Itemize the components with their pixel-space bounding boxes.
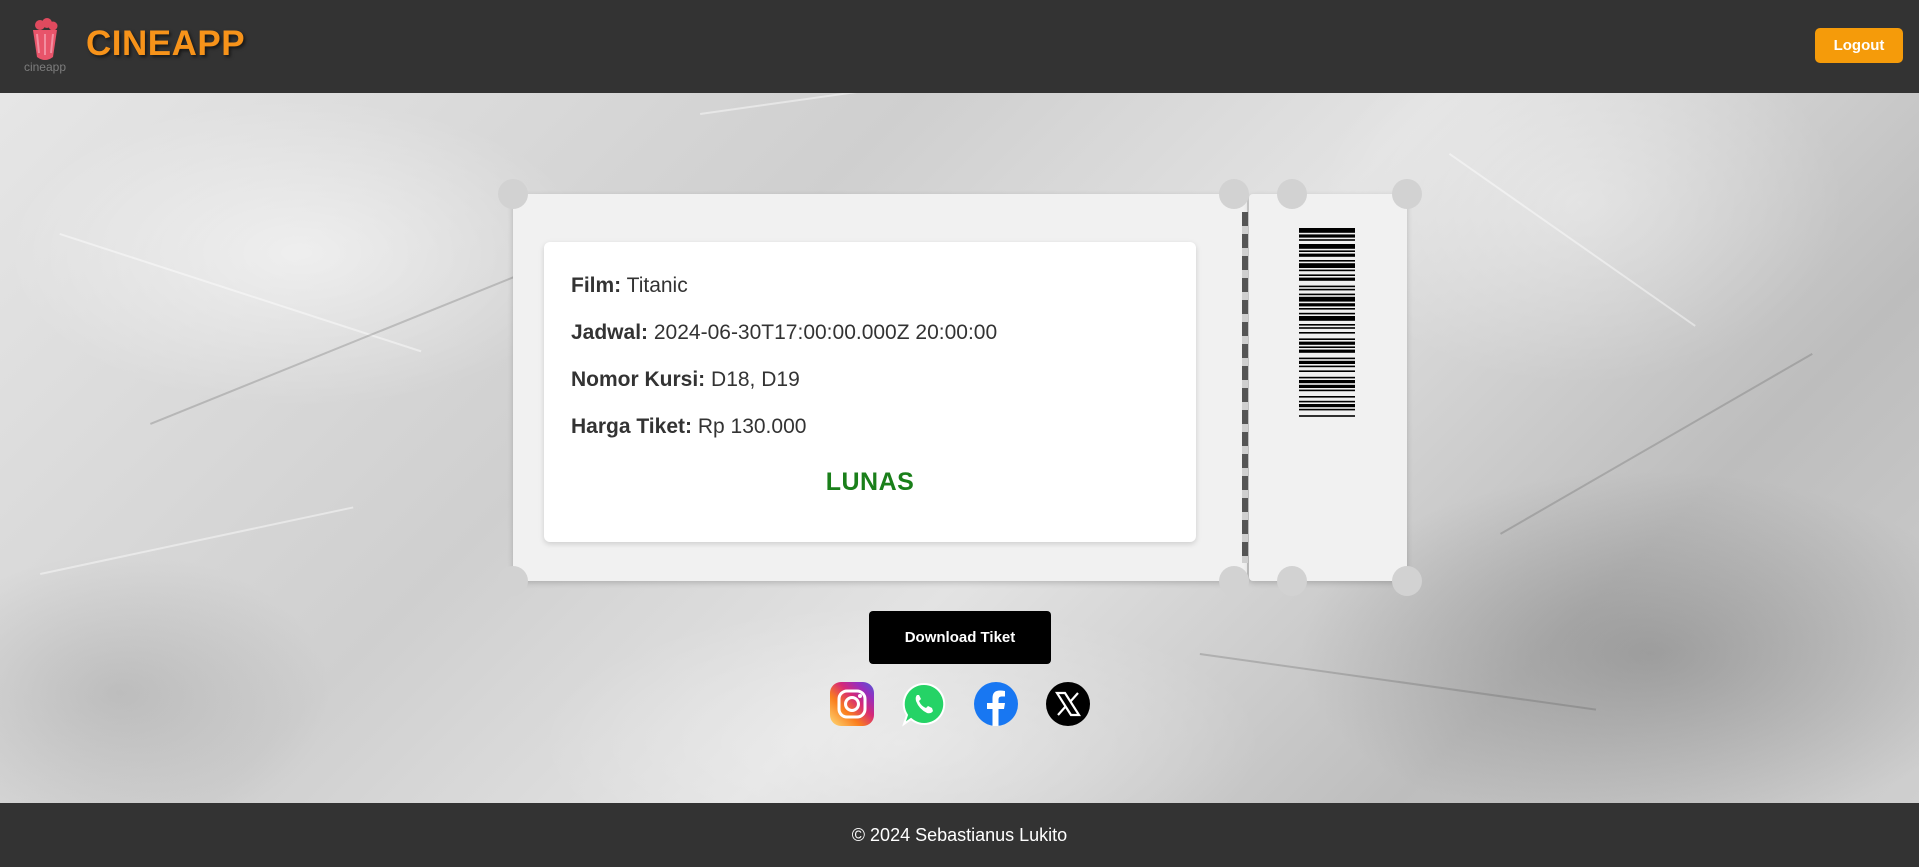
barcode-bar (1299, 370, 1355, 372)
instagram-link[interactable] (829, 681, 875, 727)
ticket-notch (498, 566, 528, 596)
ticket-perforation (1242, 212, 1248, 563)
barcode-bar (1299, 293, 1355, 296)
barcode-bar (1299, 288, 1355, 291)
paper-crease (700, 93, 958, 115)
paper-crease (40, 506, 354, 575)
paper-crease (1500, 353, 1813, 535)
top-navbar: cineapp CINEAPP Logout (0, 0, 1919, 93)
barcode-bar (1299, 234, 1355, 238)
svg-text:cineapp: cineapp (24, 60, 66, 74)
barcode-bar (1299, 400, 1355, 403)
barcode-bar (1299, 376, 1355, 379)
barcode-bar (1299, 332, 1355, 334)
barcode-bar (1299, 274, 1355, 276)
cineapp-logo[interactable]: cineapp (16, 17, 74, 75)
ticket-notch (498, 179, 528, 209)
barcode-bar (1299, 244, 1355, 249)
seat-value: D18, D19 (711, 368, 800, 391)
barcode-bar (1299, 296, 1355, 302)
payment-status: LUNAS (825, 468, 915, 496)
barcode-bar (1299, 360, 1355, 364)
barcode-bar (1299, 312, 1355, 315)
x-link[interactable] (1045, 681, 1091, 727)
ticket-notch (1277, 179, 1307, 209)
barcode-bar (1299, 357, 1355, 360)
barcode-bar (1299, 408, 1355, 411)
ticket-notch (1277, 566, 1307, 596)
download-ticket-button[interactable]: Download Tiket (869, 611, 1051, 664)
barcode-bar (1299, 389, 1355, 392)
barcode-bar (1299, 341, 1355, 345)
barcode-bar (1299, 285, 1355, 288)
paper-crease (1448, 153, 1696, 327)
footer: © 2024 Sebastianus Lukito (0, 803, 1919, 867)
schedule-label: Jadwal: (571, 321, 649, 344)
paper-crease (150, 265, 541, 425)
whatsapp-link[interactable] (901, 681, 947, 727)
barcode (1299, 228, 1355, 546)
schedule-row: Jadwal: 2024-06-30T17:00:00.000Z 20:00:0… (571, 321, 997, 345)
barcode-bar (1299, 338, 1355, 340)
barcode-bar (1299, 316, 1355, 321)
seat-row: Nomor Kursi: D18, D19 (571, 368, 800, 392)
facebook-link[interactable] (973, 681, 1019, 727)
footer-copyright: © 2024 Sebastianus Lukito (851, 825, 1068, 845)
barcode-bar (1299, 404, 1355, 408)
barcode-bar (1299, 349, 1355, 353)
film-row: Film: Titanic (571, 274, 688, 298)
barcode-bar (1299, 384, 1355, 388)
price-value: Rp 130.000 (697, 415, 807, 438)
ticket: Film: Titanic Jadwal: 2024-06-30T17:00:0… (498, 179, 1422, 596)
facebook-icon (974, 682, 1018, 726)
ticket-notch (1219, 179, 1249, 209)
schedule-value: 2024-06-30T17:00:00.000Z 20:00:00 (653, 321, 998, 344)
ticket-notch (1219, 566, 1249, 596)
logout-button[interactable]: Logout (1815, 28, 1903, 63)
barcode-bar (1299, 346, 1355, 348)
ticket-notch (1392, 179, 1422, 209)
barcode-bar (1299, 253, 1355, 257)
price-label: Harga Tiket: (571, 415, 692, 438)
barcode-bar (1299, 380, 1355, 384)
barcode-bar (1299, 239, 1355, 241)
brand-title[interactable]: CINEAPP (86, 24, 245, 64)
paper-crease (1199, 653, 1597, 711)
price-row: Harga Tiket: Rp 130.000 (571, 415, 806, 439)
barcode-bar (1299, 269, 1355, 272)
popcorn-logo-icon: cineapp (24, 18, 66, 74)
barcode-bar (1299, 415, 1355, 417)
barcode-bar (1299, 327, 1355, 329)
barcode-bar (1299, 277, 1355, 281)
ticket-notch (1392, 566, 1422, 596)
ticket-info-card: Film: Titanic Jadwal: 2024-06-30T17:00:0… (544, 242, 1196, 542)
barcode-bar (1299, 228, 1355, 233)
barcode-bar (1299, 308, 1355, 310)
barcode-bar (1299, 250, 1355, 252)
barcode-bar (1299, 324, 1355, 326)
barcode-bar (1299, 260, 1355, 262)
film-label: Film: (571, 274, 622, 297)
barcode-bar (1299, 303, 1355, 307)
film-value: Titanic (626, 274, 688, 297)
barcode-bar (1299, 365, 1355, 368)
barcode-bar (1299, 263, 1355, 268)
x-icon (1046, 682, 1090, 726)
whatsapp-icon (902, 682, 946, 727)
barcode-icon (1299, 228, 1355, 417)
barcode-bar (1299, 396, 1355, 398)
instagram-icon (830, 682, 874, 726)
seat-label: Nomor Kursi: (571, 368, 706, 391)
